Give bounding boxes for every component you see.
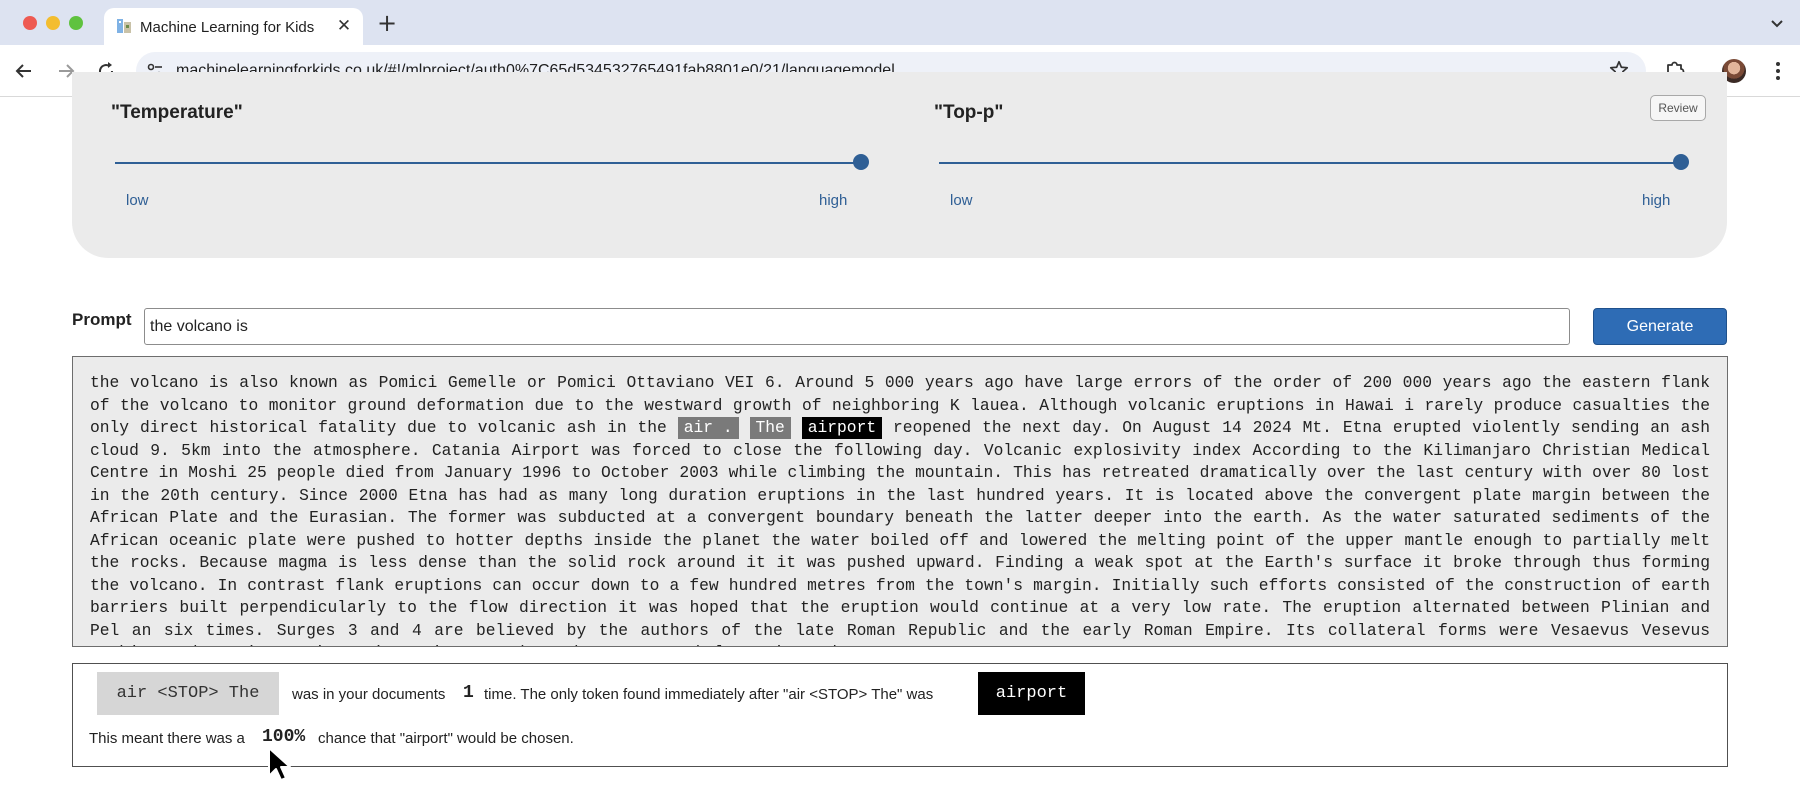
explanation-text: was in your documents [292,686,446,703]
top-p-label: "Top-p" [934,102,1004,123]
explanation-text: chance that "airport" would be chosen. [318,730,574,747]
tab-close-icon[interactable]: ✕ [335,16,353,36]
temperature-slider-track[interactable] [115,162,861,164]
probability-percent: 100% [262,727,306,747]
context-tokens-chip: air <STOP> The [97,672,279,715]
more-menu-icon[interactable] [1766,59,1790,83]
temperature-low-label: low [126,192,149,209]
new-tab-button[interactable]: + [375,9,399,37]
tab-search-chevron-icon[interactable] [1768,14,1786,32]
tab-title: Machine Learning for Kids [140,19,315,36]
generated-text: the volcano is also known as Pomici Geme… [90,372,1710,646]
review-button[interactable]: Review [1650,95,1706,121]
window-close-button[interactable] [23,16,37,30]
highlight-context-token[interactable]: air . [677,417,739,439]
temperature-slider-thumb[interactable] [853,154,869,170]
site-favicon-icon [117,19,131,33]
explanation-text: time. The only token found immediately a… [484,686,934,703]
top-p-high-label: high [1642,192,1671,209]
model-settings-panel: "Temperature" low high "Top-p" low high … [72,72,1727,258]
top-p-slider-thumb[interactable] [1673,154,1689,170]
prompt-label: Prompt [72,310,132,329]
browser-tab-bar: Machine Learning for Kids ✕ + [0,0,1800,45]
window-maximize-button[interactable] [69,16,83,30]
temperature-high-label: high [819,192,848,209]
top-p-low-label: low [950,192,973,209]
temperature-label: "Temperature" [111,102,243,123]
generate-button[interactable]: Generate [1593,308,1727,345]
explanation-text: This meant there was a [89,730,245,747]
highlight-selected-token[interactable]: airport [801,417,883,439]
prompt-input[interactable] [144,308,1570,345]
top-p-slider-track[interactable] [939,162,1681,164]
next-token-chip: airport [978,672,1085,715]
generated-text-output: the volcano is also known as Pomici Geme… [72,356,1728,647]
browser-tab[interactable]: Machine Learning for Kids ✕ [104,8,363,45]
token-explanation-panel: air <STOP> The was in your documents 1 t… [72,663,1728,767]
highlight-context-token[interactable]: The [749,417,791,439]
mouse-pointer-icon [268,747,291,781]
generated-text-after: reopened the next day. On August 14 2024… [90,418,1710,646]
window-minimize-button[interactable] [46,16,60,30]
back-arrow-icon[interactable] [12,59,36,83]
occurrence-count: 1 [463,683,474,703]
